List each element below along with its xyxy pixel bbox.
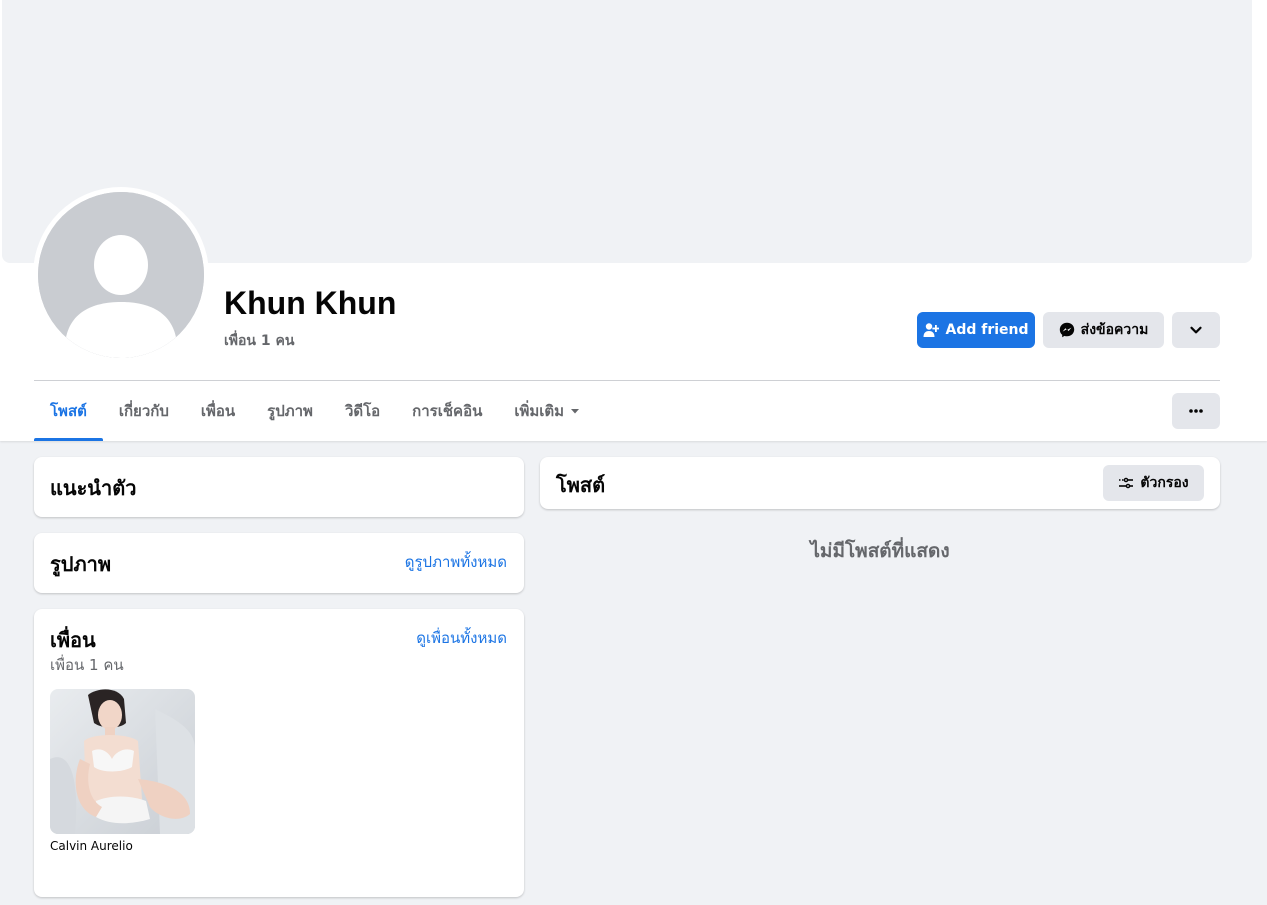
intro-card: แนะนำตัว — [34, 457, 524, 517]
tab-label: วิดีโอ — [344, 402, 381, 420]
friends-title: เพื่อน — [50, 628, 96, 652]
tab-photos[interactable]: รูปภาพ — [251, 381, 329, 441]
friend-name[interactable]: Calvin Aurelio — [50, 839, 133, 853]
friend-photo-image — [50, 689, 195, 834]
tab-label: เพิ่มเติม — [514, 402, 565, 420]
friends-count: เพื่อน 1 คน — [50, 656, 124, 674]
add-friend-button[interactable]: Add friend — [917, 312, 1035, 348]
photos-title: รูปภาพ — [50, 552, 112, 576]
tab-about[interactable]: เกี่ยวกับ — [103, 381, 185, 441]
default-avatar-icon — [38, 192, 204, 358]
profile-dropdown-button[interactable] — [1172, 312, 1220, 348]
sliders-icon — [1118, 476, 1134, 490]
tab-videos[interactable]: วิดีโอ — [329, 381, 396, 441]
ellipsis-icon — [1188, 408, 1204, 414]
see-all-friends-link[interactable]: ดูเพื่อนทั้งหมด — [416, 626, 507, 650]
more-options-button[interactable] — [1172, 393, 1220, 429]
posts-title: โพสต์ — [556, 473, 606, 497]
messenger-icon — [1059, 322, 1075, 338]
tab-checkins[interactable]: การเช็คอิน — [396, 381, 498, 441]
filter-button[interactable]: ตัวกรอง — [1103, 465, 1204, 501]
intro-title: แนะนำตัว — [50, 476, 137, 500]
profile-name: Khun Khun — [224, 285, 397, 321]
message-label: ส่งข้อความ — [1080, 322, 1149, 338]
add-friend-label: Add friend — [945, 322, 1029, 338]
see-all-photos-link[interactable]: ดูรูปภาพทั้งหมด — [405, 550, 507, 574]
tab-label: เพื่อน — [200, 402, 236, 420]
tab-label: โพสต์ — [50, 402, 87, 420]
friend-photo[interactable] — [50, 689, 195, 834]
tab-more[interactable]: เพิ่มเติม — [498, 381, 596, 441]
tab-label: เกี่ยวกับ — [118, 402, 169, 420]
chevron-down-icon — [1189, 323, 1203, 337]
message-button[interactable]: ส่งข้อความ — [1043, 312, 1164, 348]
tab-label: การเช็คอิน — [412, 402, 483, 420]
friends-card: เพื่อน ดูเพื่อนทั้งหมด เพื่อน 1 คน Calvi… — [34, 609, 524, 897]
profile-tabs: โพสต์ เกี่ยวกับ เพื่อน รูปภาพ วิดีโอ การ… — [34, 381, 596, 441]
profile-friend-count[interactable]: เพื่อน 1 คน — [224, 330, 294, 352]
tab-posts[interactable]: โพสต์ — [34, 381, 103, 441]
posts-card: โพสต์ ตัวกรอง — [540, 457, 1220, 509]
person-plus-icon — [923, 322, 940, 338]
empty-posts-message: ไม่มีโพสต์ที่แสดง — [810, 540, 950, 562]
profile-avatar[interactable] — [38, 192, 204, 358]
tab-label: รูปภาพ — [267, 402, 313, 420]
photos-card: รูปภาพ ดูรูปภาพทั้งหมด — [34, 533, 524, 593]
caret-down-icon — [570, 406, 580, 416]
tab-friends[interactable]: เพื่อน — [185, 381, 251, 441]
filter-label: ตัวกรอง — [1140, 475, 1189, 491]
